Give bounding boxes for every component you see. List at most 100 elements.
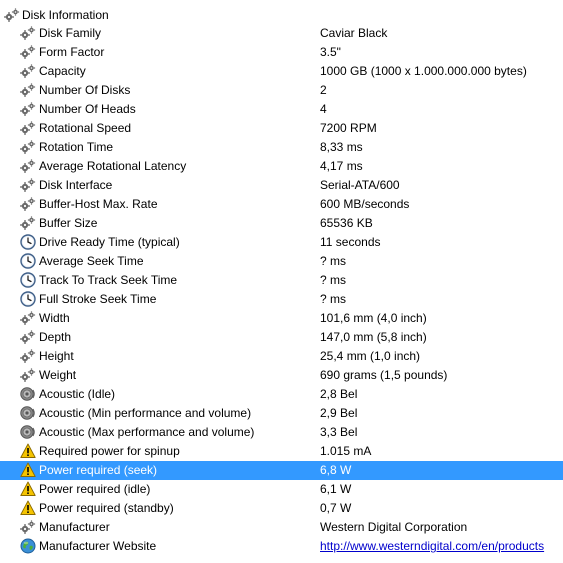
list-item[interactable]: Weight 690 grams (1,5 pounds)	[0, 366, 563, 385]
list-item[interactable]: Disk Family Caviar Black	[0, 24, 563, 43]
speaker-icon	[20, 405, 36, 421]
list-item[interactable]: Capacity 1000 GB (1000 x 1.000.000.000 by…	[0, 62, 563, 81]
list-item[interactable]: Rotation Time 8,33 ms	[0, 138, 563, 157]
property-name: Acoustic (Max performance and volume)	[39, 425, 255, 439]
property-name: Acoustic (Min performance and volume)	[39, 406, 252, 420]
list-item[interactable]: Buffer-Host Max. Rate 600 MB/seconds	[0, 195, 563, 214]
gear-icon	[20, 44, 36, 60]
list-item[interactable]: Acoustic (Min performance and volume) 2,9…	[0, 404, 563, 423]
property-name: Power required (idle)	[39, 482, 151, 496]
property-value: 7200 RPM	[320, 121, 377, 135]
property-name: Required power for spinup	[39, 444, 180, 458]
property-value: 101,6 mm (4,0 inch)	[320, 311, 427, 325]
clock-icon	[20, 272, 36, 288]
property-value: 1000 GB (1000 x 1.000.000.000 bytes)	[320, 64, 527, 78]
list-item[interactable]: Manufacturer Website http://www.westerndi…	[0, 537, 563, 556]
list-item[interactable]: Full Stroke Seek Time ? ms	[0, 290, 563, 309]
gear-icon	[20, 310, 36, 326]
warning-icon	[20, 500, 36, 516]
gear-icon	[20, 158, 36, 174]
property-value: 2,9 Bel	[320, 406, 358, 420]
list-item[interactable]: Acoustic (Max performance and volume) 3,3…	[0, 423, 563, 442]
property-value: Western Digital Corporation	[320, 520, 468, 534]
property-name: Manufacturer Website	[39, 539, 157, 553]
list-item[interactable]: Power required (idle) 6,1 W	[0, 480, 563, 499]
property-value: 3.5"	[320, 45, 341, 59]
property-name: Full Stroke Seek Time	[39, 292, 157, 306]
list-item[interactable]: Required power for spinup 1.015 mA	[0, 442, 563, 461]
gear-icon	[20, 329, 36, 345]
property-name: Average Rotational Latency	[39, 159, 187, 173]
list-item[interactable]: Depth 147,0 mm (5,8 inch)	[0, 328, 563, 347]
gear-icon	[20, 120, 36, 136]
list-item[interactable]: Track To Track Seek Time ? ms	[0, 271, 563, 290]
section-header[interactable]: Disk Information	[0, 5, 563, 24]
property-name: Height	[39, 349, 74, 363]
property-value: 3,3 Bel	[320, 425, 358, 439]
property-value: 4,17 ms	[320, 159, 363, 173]
gear-icon	[20, 348, 36, 364]
property-name: Acoustic (Idle)	[39, 387, 116, 401]
property-name: Manufacturer	[39, 520, 110, 534]
gear-icon	[20, 25, 36, 41]
property-value: 4	[320, 102, 327, 116]
gear-icon	[20, 196, 36, 212]
property-name: Buffer-Host Max. Rate	[39, 197, 158, 211]
property-value: 25,4 mm (1,0 inch)	[320, 349, 421, 363]
list-item[interactable]: Number Of Disks 2	[0, 81, 563, 100]
list-item[interactable]: Form Factor 3.5"	[0, 43, 563, 62]
property-name: Buffer Size	[39, 216, 98, 230]
warning-icon	[20, 443, 36, 459]
list-item[interactable]: Acoustic (Idle) 2,8 Bel	[0, 385, 563, 404]
speaker-icon	[20, 424, 36, 440]
list-item[interactable]: Power required (standby) 0,7 W	[0, 499, 563, 518]
property-value: 6,8 W	[320, 463, 352, 477]
gear-icon	[20, 82, 36, 98]
property-value: ? ms	[320, 292, 347, 306]
property-name: Capacity	[39, 64, 86, 78]
property-value: 6,1 W	[320, 482, 352, 496]
manufacturer-website-link[interactable]: http://www.westerndigital.com/en/product…	[320, 537, 544, 556]
property-name: Depth	[39, 330, 72, 344]
list-item[interactable]: Manufacturer Western Digital Corporation	[0, 518, 563, 537]
property-value: 600 MB/seconds	[320, 197, 410, 211]
property-value: 147,0 mm (5,8 inch)	[320, 330, 427, 344]
property-name: Power required (seek)	[39, 463, 158, 477]
property-value: 2	[320, 83, 327, 97]
property-value: Serial-ATA/600	[320, 178, 400, 192]
gear-icon	[20, 177, 36, 193]
list-item[interactable]: Buffer Size 65536 KB	[0, 214, 563, 233]
property-name: Form Factor	[39, 45, 105, 59]
property-value: Caviar Black	[320, 26, 388, 40]
property-name: Number Of Disks	[39, 83, 131, 97]
clock-icon	[20, 253, 36, 269]
property-value: 2,8 Bel	[320, 387, 358, 401]
list-item[interactable]: Average Seek Time ? ms	[0, 252, 563, 271]
warning-icon	[20, 462, 36, 478]
clock-icon	[20, 234, 36, 250]
list-item[interactable]: Power required (seek) 6,8 W	[0, 461, 563, 480]
list-item[interactable]: Width 101,6 mm (4,0 inch)	[0, 309, 563, 328]
list-item[interactable]: Rotational Speed 7200 RPM	[0, 119, 563, 138]
gear-icon	[20, 215, 36, 231]
property-name: Track To Track Seek Time	[39, 273, 178, 287]
property-value: 11 seconds	[320, 235, 381, 249]
property-name: Rotation Time	[39, 140, 114, 154]
list-item[interactable]: Disk Interface Serial-ATA/600	[0, 176, 563, 195]
globe-icon	[20, 538, 36, 554]
list-item[interactable]: Average Rotational Latency 4,17 ms	[0, 157, 563, 176]
gear-icon	[4, 7, 20, 23]
property-value: ? ms	[320, 254, 347, 268]
property-name: Weight	[39, 368, 77, 382]
speaker-icon	[20, 386, 36, 402]
warning-icon	[20, 481, 36, 497]
list-item[interactable]: Height 25,4 mm (1,0 inch)	[0, 347, 563, 366]
gear-icon	[20, 101, 36, 117]
property-name: Width	[39, 311, 70, 325]
property-value: 0,7 W	[320, 501, 352, 515]
list-item[interactable]: Number Of Heads 4	[0, 100, 563, 119]
property-name: Average Seek Time	[39, 254, 144, 268]
property-value: 65536 KB	[320, 216, 373, 230]
gear-icon	[20, 519, 36, 535]
list-item[interactable]: Drive Ready Time (typical) 11 seconds	[0, 233, 563, 252]
